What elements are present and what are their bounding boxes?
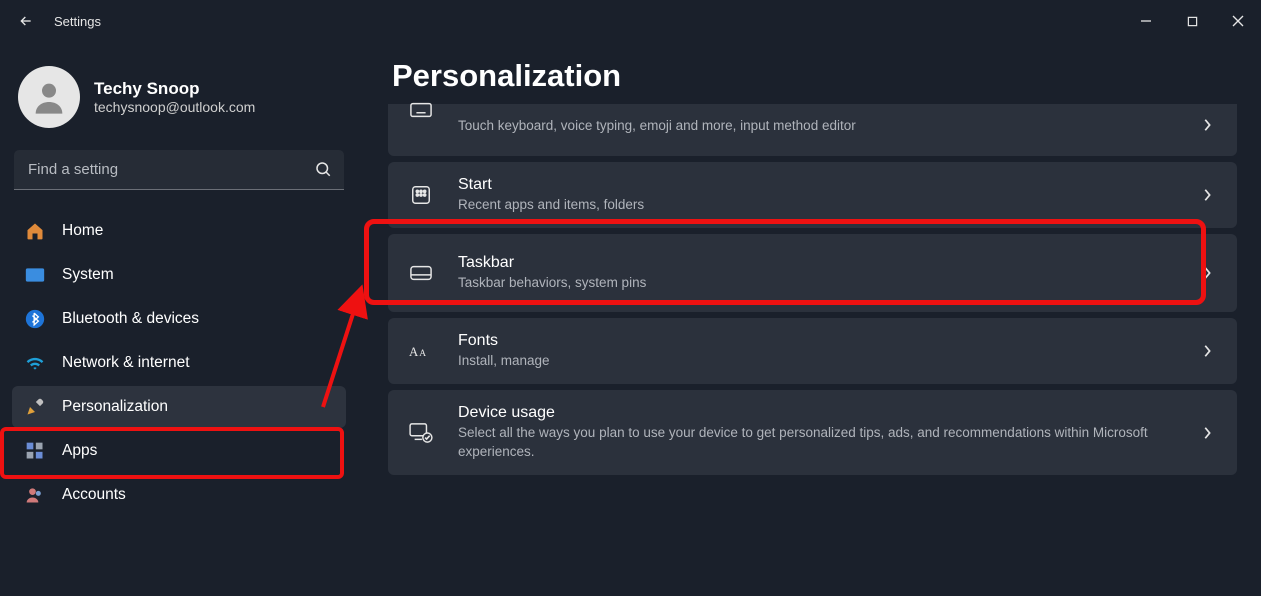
app-title: Settings xyxy=(54,14,101,29)
sidebar-item-label: Home xyxy=(62,222,103,240)
system-icon xyxy=(24,264,46,286)
chevron-right-icon xyxy=(1195,261,1219,285)
sidebar-item-label: Network & internet xyxy=(62,354,190,372)
card-title: Start xyxy=(458,176,1195,194)
back-button[interactable] xyxy=(12,7,40,35)
sidebar-item-network[interactable]: Network & internet xyxy=(12,342,346,384)
minimize-button[interactable] xyxy=(1123,5,1169,37)
card-title: Device usage xyxy=(458,404,1195,422)
card-title: Taskbar xyxy=(458,254,1195,272)
card-subtitle: Recent apps and items, folders xyxy=(458,196,1158,214)
svg-text:A: A xyxy=(409,345,419,359)
sidebar-item-label: Apps xyxy=(62,442,97,460)
main-content: Personalization Touch keyboard, voice ty… xyxy=(358,42,1261,596)
chevron-right-icon xyxy=(1195,339,1219,363)
apps-icon xyxy=(24,440,46,462)
sidebar-item-personalization[interactable]: Personalization xyxy=(12,386,346,428)
card-title: Fonts xyxy=(458,332,1195,350)
search-box[interactable] xyxy=(14,150,344,190)
maximize-button[interactable] xyxy=(1169,5,1215,37)
card-text-input[interactable]: Touch keyboard, voice typing, emoji and … xyxy=(388,104,1237,156)
chevron-right-icon xyxy=(1195,183,1219,207)
home-icon xyxy=(24,220,46,242)
search-input[interactable] xyxy=(14,150,344,190)
nav-list: Home System Bluetooth & devices Network … xyxy=(12,210,346,516)
device-usage-icon xyxy=(406,423,436,443)
sidebar-item-apps[interactable]: Apps xyxy=(12,430,346,472)
account-block[interactable]: Techy Snoop techysnoop@outlook.com xyxy=(12,60,346,146)
accounts-icon xyxy=(24,484,46,506)
sidebar: Techy Snoop techysnoop@outlook.com Home … xyxy=(0,42,358,596)
sidebar-item-bluetooth[interactable]: Bluetooth & devices xyxy=(12,298,346,340)
sidebar-item-label: Bluetooth & devices xyxy=(62,310,199,328)
sidebar-item-label: Accounts xyxy=(62,486,126,504)
page-title: Personalization xyxy=(392,58,1237,94)
card-device-usage[interactable]: Device usage Select all the ways you pla… xyxy=(388,390,1237,474)
account-email: techysnoop@outlook.com xyxy=(94,99,255,115)
sidebar-item-home[interactable]: Home xyxy=(12,210,346,252)
card-subtitle: Touch keyboard, voice typing, emoji and … xyxy=(458,117,1158,135)
chevron-right-icon xyxy=(1195,421,1219,445)
title-bar: Settings xyxy=(0,0,1261,42)
personalization-icon xyxy=(24,396,46,418)
card-subtitle: Taskbar behaviors, system pins xyxy=(458,274,1158,292)
window-controls xyxy=(1123,5,1261,37)
wifi-icon xyxy=(24,352,46,374)
sidebar-item-label: System xyxy=(62,266,114,284)
taskbar-icon xyxy=(406,265,436,281)
close-button[interactable] xyxy=(1215,5,1261,37)
card-taskbar[interactable]: Taskbar Taskbar behaviors, system pins xyxy=(388,234,1237,312)
svg-text:A: A xyxy=(419,349,426,359)
chevron-right-icon xyxy=(1195,113,1219,137)
bluetooth-icon xyxy=(24,308,46,330)
card-fonts[interactable]: AA Fonts Install, manage xyxy=(388,318,1237,384)
sidebar-item-label: Personalization xyxy=(62,398,168,416)
card-subtitle: Select all the ways you plan to use your… xyxy=(458,424,1158,460)
card-subtitle: Install, manage xyxy=(458,352,1158,370)
account-name: Techy Snoop xyxy=(94,79,255,99)
sidebar-item-system[interactable]: System xyxy=(12,254,346,296)
avatar xyxy=(18,66,80,128)
fonts-icon: AA xyxy=(406,341,436,361)
sidebar-item-accounts[interactable]: Accounts xyxy=(12,474,346,516)
card-start[interactable]: Start Recent apps and items, folders xyxy=(388,162,1237,228)
search-icon xyxy=(314,160,332,183)
start-icon xyxy=(406,184,436,206)
keyboard-icon xyxy=(406,102,436,118)
